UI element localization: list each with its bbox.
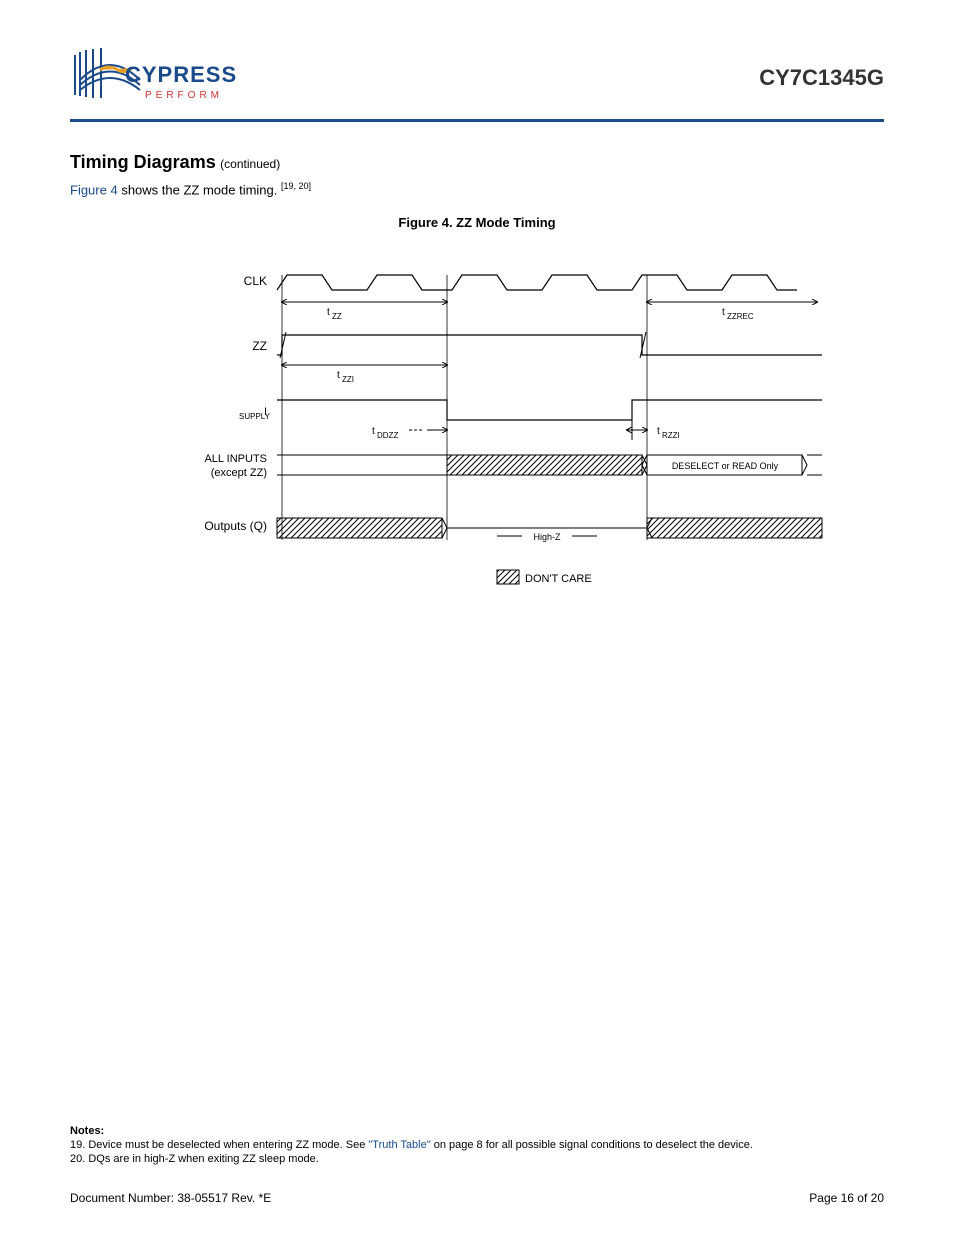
t-rzzi-sub: RZZI	[662, 431, 680, 440]
t-rzzi-label: t	[657, 426, 660, 437]
deselect-text: DESELECT or READ Only	[672, 461, 779, 471]
notes-block: Notes: 19. Device must be deselected whe…	[70, 1125, 884, 1165]
page-number: Page 16 of 20	[809, 1191, 884, 1205]
cypress-logo: CYPRESS PERFORM	[70, 40, 250, 115]
section-title: Timing Diagrams	[70, 152, 216, 172]
page-footer: Document Number: 38-05517 Rev. *E Page 1…	[70, 1191, 884, 1205]
signal-zz: ZZ	[252, 339, 267, 353]
part-number: CY7C1345G	[759, 65, 884, 91]
figure-caption: Figure 4. ZZ Mode Timing	[70, 215, 884, 230]
figure-link[interactable]: Figure 4	[70, 182, 118, 197]
t-ddzz-label: t	[372, 426, 375, 437]
signal-allinputs2: (except ZZ)	[211, 467, 267, 479]
t-zz-label: t	[327, 307, 330, 318]
notes-heading: Notes:	[70, 1125, 884, 1137]
t-zzrec-sub: ZZREC	[727, 312, 754, 321]
timing-diagram: CLK t ZZ t ZZREC ZZ t ZZI I SUPPLY	[70, 240, 884, 600]
header-rule	[70, 119, 884, 122]
page-header: CYPRESS PERFORM CY7C1345G	[70, 40, 884, 115]
t-zz-sub: ZZ	[332, 312, 342, 321]
svg-text:PERFORM: PERFORM	[145, 90, 223, 101]
t-zzi-sub: ZZI	[342, 375, 354, 384]
doc-number: Document Number: 38-05517 Rev. *E	[70, 1191, 271, 1205]
signal-allinputs1: ALL INPUTS	[204, 453, 267, 465]
t-zzrec-label: t	[722, 307, 725, 318]
t-ddzz-sub: DDZZ	[377, 431, 398, 440]
section-continued: (continued)	[220, 157, 280, 171]
intro-text: Figure 4 shows the ZZ mode timing. [19, …	[70, 181, 884, 197]
signal-clk: CLK	[244, 274, 267, 288]
t-zzi-label: t	[337, 370, 340, 381]
svg-text:CYPRESS: CYPRESS	[125, 62, 237, 87]
truth-table-link[interactable]: "Truth Table"	[368, 1139, 430, 1151]
svg-text:SUPPLY: SUPPLY	[239, 412, 271, 421]
signal-outputs: Outputs (Q)	[204, 519, 267, 533]
dontcare-text: DON'T CARE	[525, 573, 592, 585]
highz-text: High-Z	[533, 532, 561, 542]
